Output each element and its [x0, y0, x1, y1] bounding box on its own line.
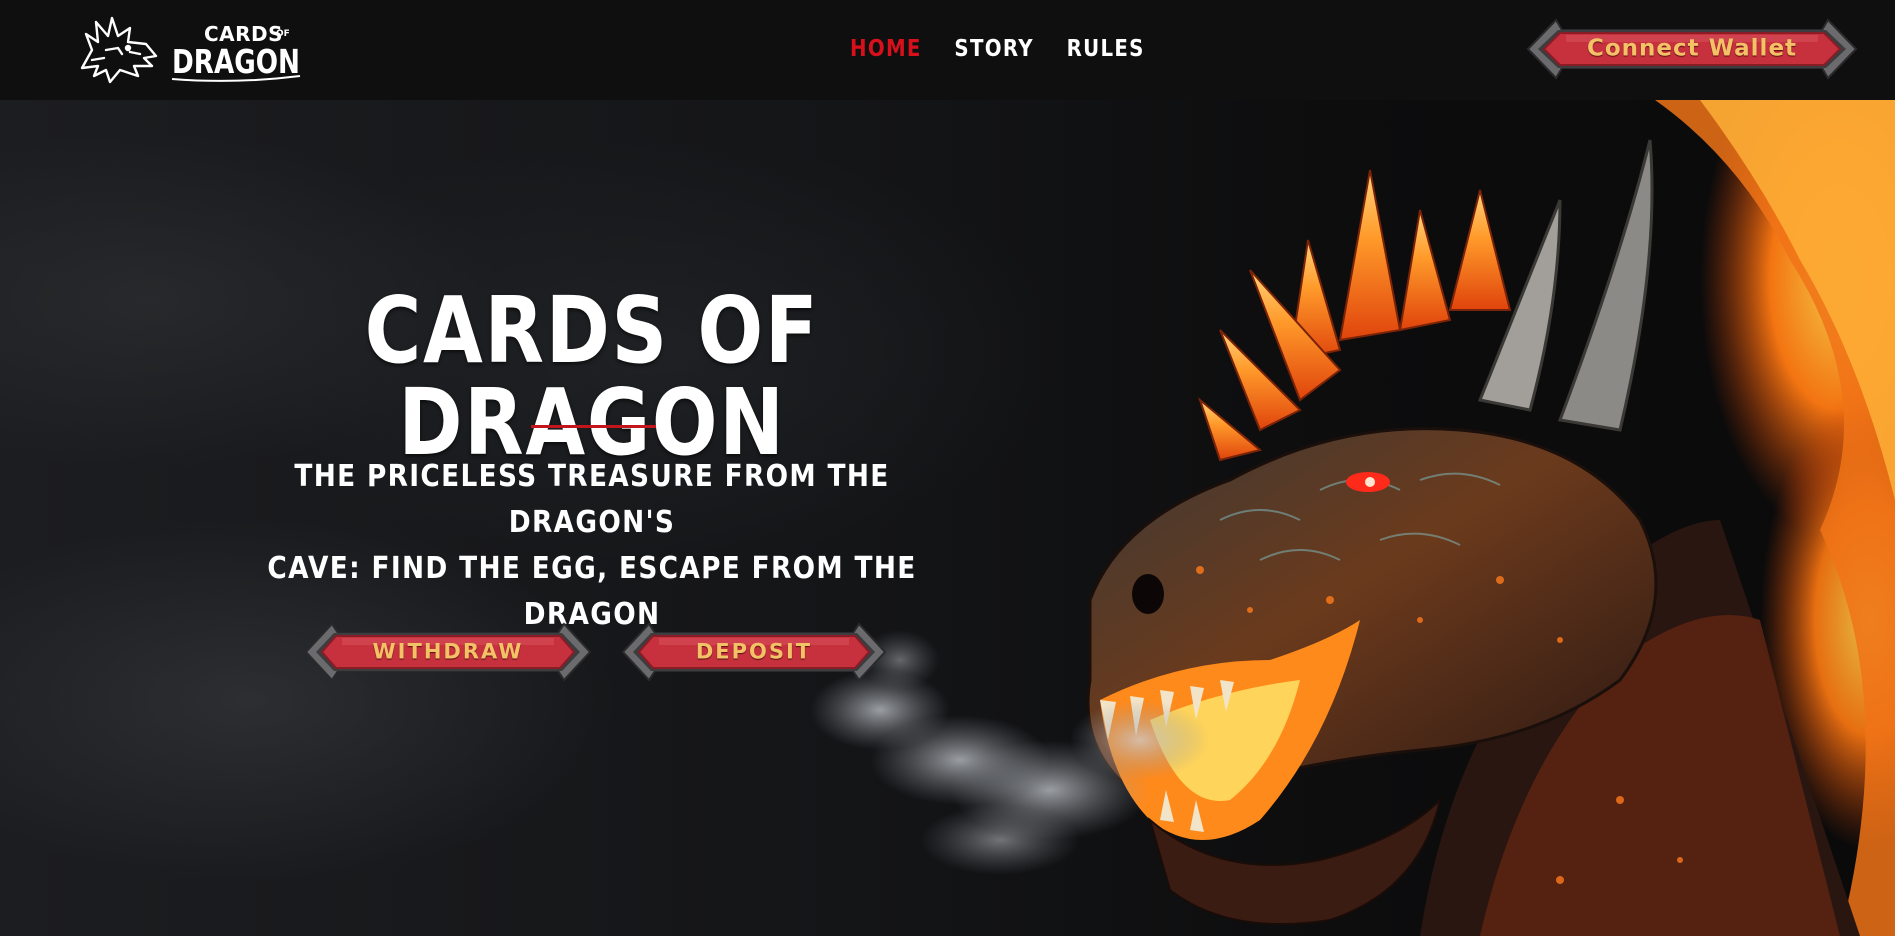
hero-subtitle: THE PRICELESS TREASURE FROM THE DRAGON'S… [266, 454, 917, 638]
hero-title: CARDS OF DRAGON [364, 277, 820, 476]
logo-text-of: OF [276, 29, 290, 39]
connect-wallet-label: Connect Wallet [1586, 35, 1798, 62]
dragon-logo-icon [80, 16, 158, 84]
title-divider [531, 425, 656, 428]
deposit-button[interactable]: DEPOSIT [621, 616, 887, 688]
nav-rules-link[interactable]: RULES [1067, 36, 1145, 62]
site-header: CARDS OF DRAGON HOME STORY RULES Connect… [0, 0, 1895, 100]
main-nav: HOME STORY RULES [850, 36, 1145, 62]
withdraw-label: WITHDRAW [372, 639, 524, 664]
site-logo[interactable]: CARDS OF DRAGON [72, 10, 312, 90]
logo-text-dragon: DRAGON [172, 42, 300, 81]
withdraw-button[interactable]: WITHDRAW [304, 616, 592, 688]
deposit-label: DEPOSIT [695, 639, 813, 664]
hero-section: CARDS OF DRAGON THE PRICELESS TREASURE F… [0, 100, 1895, 936]
nav-home-link[interactable]: HOME [850, 36, 922, 62]
hero-subtitle-line-1: THE PRICELESS TREASURE FROM THE DRAGON'S [294, 459, 890, 540]
nav-story-link[interactable]: STORY [954, 36, 1033, 62]
connect-wallet-button[interactable]: Connect Wallet [1526, 12, 1858, 86]
